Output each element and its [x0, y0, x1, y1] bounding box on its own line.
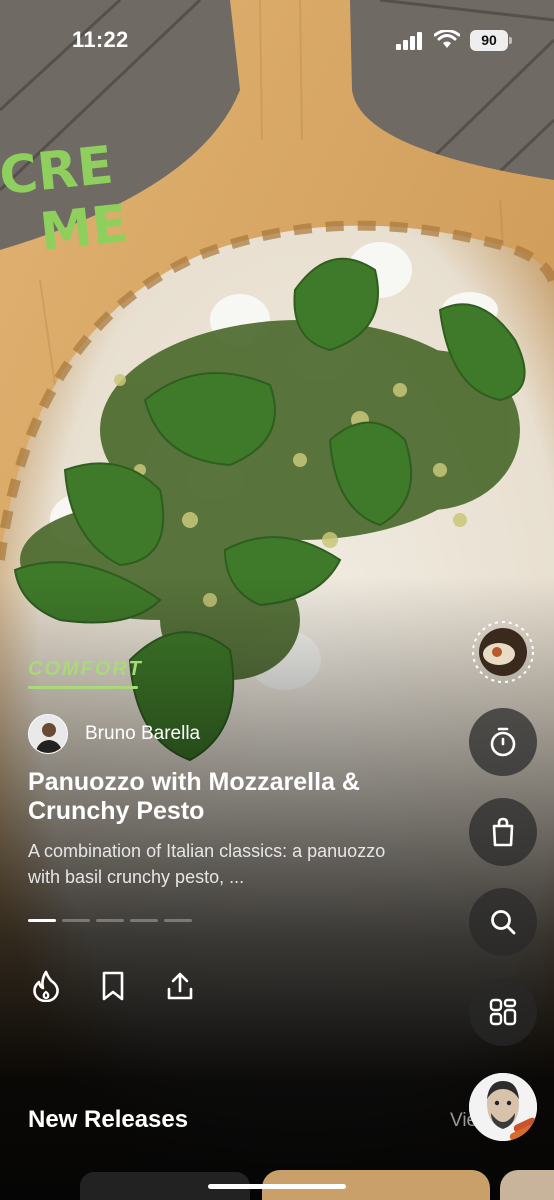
chef-avatar-button[interactable] — [469, 1073, 537, 1141]
release-card-3[interactable] — [500, 1170, 554, 1200]
chef-avatar — [469, 1073, 537, 1141]
category-tag[interactable]: COMFORT — [28, 658, 143, 681]
share-icon — [167, 972, 193, 1000]
recipe-thumbnail-button[interactable] — [469, 618, 537, 686]
save-button[interactable] — [95, 966, 131, 1006]
category-underline — [28, 686, 138, 689]
flame-icon — [33, 970, 59, 1002]
brand-logo[interactable]: CRE ME — [0, 135, 180, 263]
wifi-icon — [434, 30, 460, 48]
menu-grid-button[interactable] — [469, 978, 537, 1046]
author-avatar[interactable] — [28, 714, 68, 754]
home-indicator[interactable] — [208, 1184, 346, 1189]
share-button[interactable] — [162, 966, 198, 1006]
status-time: 11:22 — [72, 27, 129, 52]
svg-text:ME: ME — [37, 194, 130, 258]
recipe-title[interactable]: Panuozzo with Mozzarella & Crunchy Pesto — [28, 768, 408, 826]
like-button[interactable] — [28, 966, 64, 1006]
status-bar: 11:22 90 — [0, 0, 554, 84]
page-dot-4 — [130, 919, 158, 922]
recipe-description[interactable]: A combination of Italian classics: a pan… — [28, 838, 408, 890]
search-button[interactable] — [469, 888, 537, 956]
page-dot-2 — [62, 919, 90, 922]
search-icon — [491, 910, 516, 935]
cellular-signal-icon — [396, 32, 422, 50]
new-releases-heading: New Releases — [28, 1106, 189, 1133]
side-rail — [469, 618, 537, 1068]
shopping-bag-icon — [492, 817, 514, 847]
author-name[interactable]: Bruno Barella — [85, 723, 200, 745]
grid-icon — [489, 998, 517, 1026]
page-indicator — [28, 919, 192, 922]
recipe-thumbnail — [472, 621, 534, 683]
author-row[interactable]: Bruno Barella — [28, 714, 200, 754]
page-dot-3 — [96, 919, 124, 922]
battery-indicator: 90 — [470, 30, 512, 51]
page-dot-5 — [164, 919, 192, 922]
timer-button[interactable] — [469, 708, 537, 776]
post-actions — [28, 966, 229, 1006]
bookmark-icon — [102, 971, 124, 1001]
page-dot-1 — [28, 919, 56, 922]
shopping-list-button[interactable] — [469, 798, 537, 866]
timer-icon — [490, 727, 516, 757]
